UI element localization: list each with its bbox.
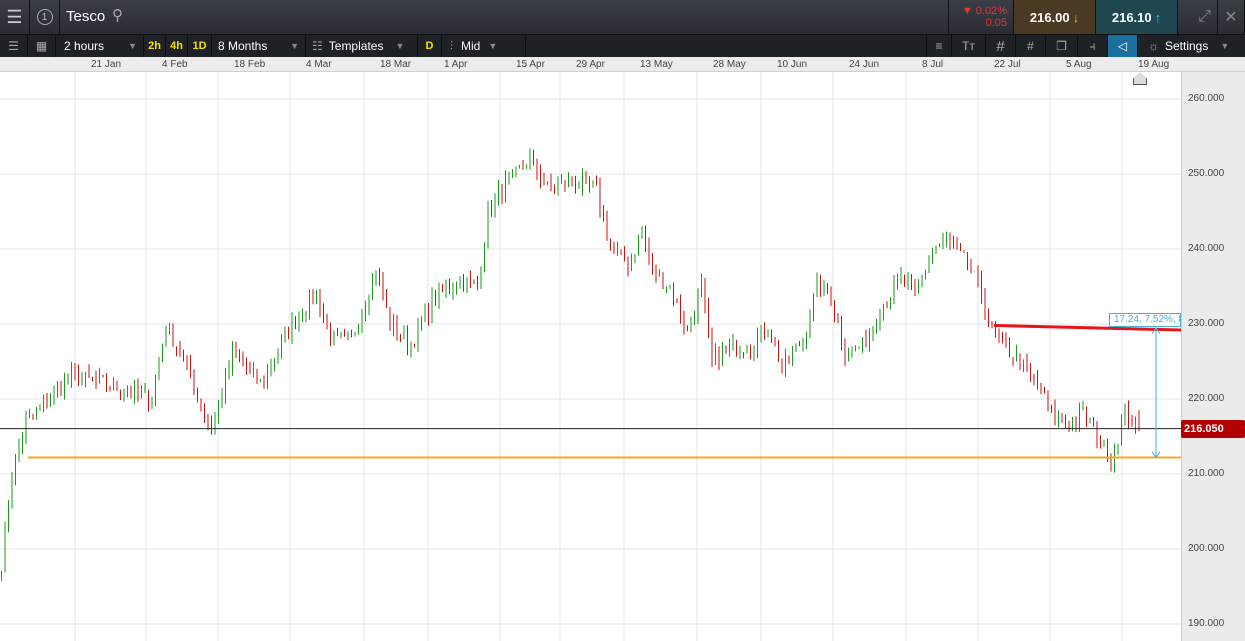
sliders-icon: ☷ — [312, 39, 323, 53]
chevron-down-icon: ▼ — [1220, 41, 1230, 51]
buy-button[interactable]: 216.10 ↑ — [1096, 0, 1178, 34]
change-percent: ▼ 0.02% — [961, 5, 1007, 17]
x-tick-label: 18 Feb — [234, 59, 266, 70]
current-price-label: 216.050 — [1181, 419, 1245, 438]
y-tick-label: 240.000 — [1188, 243, 1225, 254]
x-tick-label: 18 Mar — [380, 59, 412, 70]
y-tick-label: 220.000 — [1188, 393, 1225, 404]
change-absolute: 0.05 — [985, 17, 1007, 29]
text-size-icon[interactable]: Tт — [952, 35, 986, 57]
y-tick-label: 230.000 — [1188, 318, 1225, 329]
header-bar: ☰ 1 Tesco ⚲ ▼ 0.02% 0.05 216.00 ↓ 216.10 ↑… — [0, 0, 1245, 34]
layout-icon[interactable]: ▦ — [28, 35, 56, 57]
date-axis: 21 Jan 4 Feb 18 Feb 4 Mar 18 Mar 1 Apr 15 Apr 2… — [0, 57, 1245, 72]
chevron-down-icon: ▼ — [290, 41, 299, 51]
list-icon[interactable]: ☰ — [0, 35, 28, 57]
x-tick-label: 24 Jun — [849, 59, 880, 70]
price-chart[interactable] — [0, 72, 1181, 641]
interval-1d[interactable]: 1D — [188, 35, 212, 57]
close-icon[interactable]: ✕ — [1218, 0, 1245, 34]
x-tick-label: 4 Mar — [306, 59, 332, 70]
interval-select[interactable]: 2 hours ▼ — [56, 35, 144, 57]
drawing-d-button[interactable]: D — [418, 35, 442, 57]
chevron-down-icon: ▼ — [128, 41, 137, 51]
measure-label: 17.24, 7.52%, 8 — [1109, 312, 1181, 327]
expand-icon[interactable]: ⤢ — [1192, 0, 1218, 34]
interval-value: 2 hours — [64, 39, 105, 53]
link-badge: 1 — [36, 9, 53, 25]
x-tick-label: 1 Apr — [444, 59, 468, 70]
range-select[interactable]: 8 Months ▼ — [212, 35, 306, 57]
x-tick-label: 15 Apr — [516, 59, 545, 70]
gear-icon: ☼ — [1148, 39, 1159, 53]
candles-icon: ⫶ — [450, 38, 454, 53]
range-value: 8 Months — [218, 39, 268, 53]
grid-icon[interactable]: # — [986, 35, 1016, 57]
buy-price: 216.10 — [1111, 9, 1152, 25]
arrow-down-icon: ↓ — [1072, 9, 1080, 25]
x-tick-label: 19 Aug — [1138, 59, 1170, 70]
label-tag-icon[interactable]: ◁ — [1108, 35, 1138, 57]
y-tick-label: 200.000 — [1188, 543, 1225, 554]
templates-button[interactable]: ☷ Templates ▼ — [306, 35, 418, 57]
x-tick-label: 4 Feb — [162, 59, 188, 70]
arrow-up-icon[interactable]: ↑ — [1155, 10, 1162, 25]
chart-toolbar: ☰ ▦ 2 hours ▼ 2h 4h 1D 8 Months ▼ ☷ Templat… — [0, 34, 1245, 57]
interval-4h[interactable]: 4h — [166, 35, 188, 57]
x-tick-label: 21 Jan — [91, 59, 122, 70]
scale-icon[interactable]: ≡ — [926, 35, 952, 57]
x-tick-label: 13 May — [640, 59, 673, 70]
chevron-down-icon: ▼ — [488, 41, 498, 51]
price-type-select[interactable]: ⫶ Mid ▼ — [442, 35, 526, 57]
interval-2h[interactable]: 2h — [144, 35, 166, 57]
instrument-title: Tesco — [66, 8, 106, 25]
price-type-value: Mid — [461, 39, 481, 53]
x-tick-label: 28 May — [713, 59, 746, 70]
crosshair-icon[interactable]: ⫞ — [1078, 35, 1108, 57]
menu-icon[interactable]: ☰ — [0, 0, 30, 34]
x-tick-label: 10 Jun — [777, 59, 808, 70]
y-tick-label: 210.000 — [1188, 468, 1225, 479]
search-icon[interactable]: ⚲ — [112, 6, 123, 24]
settings-label: Settings — [1165, 39, 1209, 53]
grid-color-icon[interactable]: # — [1016, 35, 1046, 57]
x-tick-label: 5 Aug — [1066, 59, 1092, 70]
sell-price: 216.00 — [1029, 9, 1070, 25]
windows-icon[interactable]: ❐ — [1046, 35, 1078, 57]
sell-button[interactable]: 216.00 ↓ — [1014, 0, 1096, 34]
y-tick-label: 250.000 — [1188, 168, 1225, 179]
x-tick-label: 22 Jul — [994, 59, 1021, 70]
y-tick-label: 190.000 — [1188, 618, 1225, 629]
chevron-down-icon: ▼ — [395, 41, 405, 51]
y-tick-label: 260.000 — [1188, 93, 1225, 104]
price-axis[interactable]: 260.000 250.000 240.000 230.000 220.000 210.0… — [1181, 72, 1245, 641]
settings-button[interactable]: ☼ Settings ▼ — [1138, 35, 1245, 57]
x-tick-label: 8 Jul — [922, 59, 944, 70]
templates-label: Templates — [328, 39, 384, 53]
x-tick-label: 29 Apr — [576, 59, 605, 70]
link-group-button[interactable]: 1 — [30, 0, 60, 34]
